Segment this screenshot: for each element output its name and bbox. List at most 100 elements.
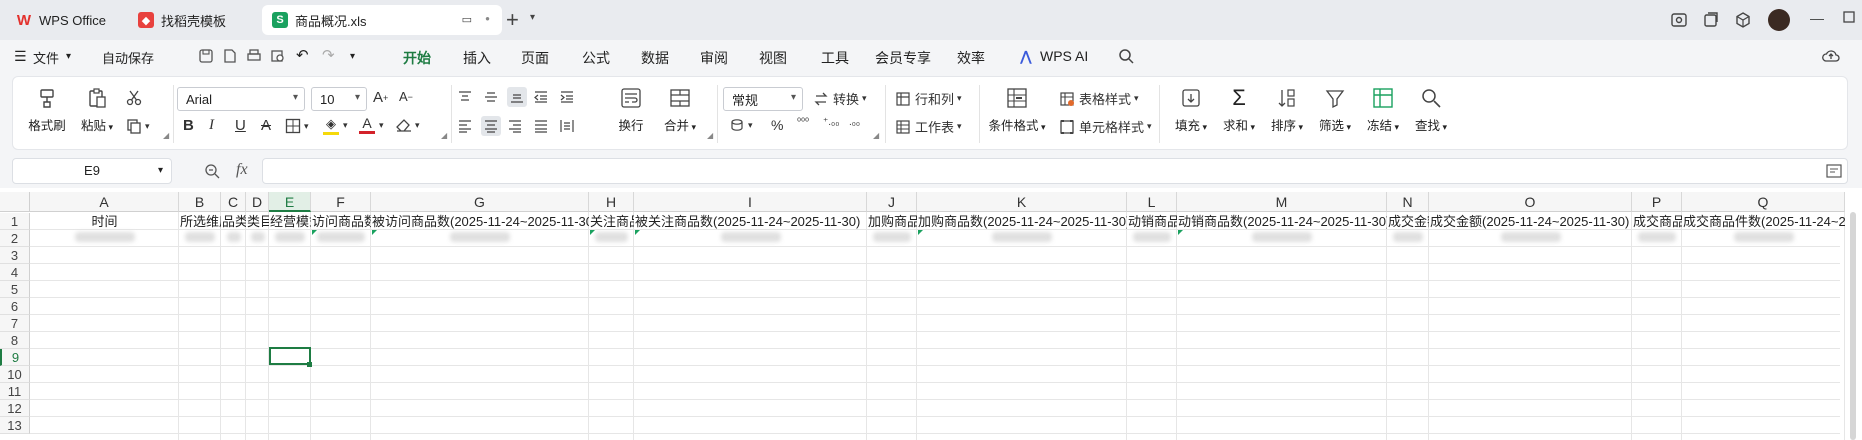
copy-icon[interactable]: ▾: [125, 117, 150, 135]
spreadsheet-grid[interactable]: ABCDEFGHIJKLMNOPQ 1 2 3 4 5 6 7 8 9 10 11 12 13 时间 所选…: [0, 188, 1862, 440]
search-icon[interactable]: [1118, 48, 1134, 64]
tab-review[interactable]: 审阅: [700, 48, 728, 68]
row-header-9[interactable]: 9: [0, 349, 30, 366]
fill-color-icon[interactable]: ◈: [323, 116, 339, 135]
column-header-f[interactable]: F: [311, 192, 371, 212]
redo-icon[interactable]: ↷: [322, 46, 335, 64]
row-header-5[interactable]: 5: [0, 281, 30, 298]
header-cell-o[interactable]: 成交金额(2025-11-24~2025-11-30): [1429, 213, 1632, 230]
fx-icon[interactable]: fx: [236, 161, 248, 179]
monitor-icon[interactable]: ▭: [462, 13, 472, 26]
chevron-down-icon[interactable]: ▾: [66, 51, 71, 62]
column-header-q[interactable]: Q: [1682, 192, 1845, 212]
header-cell-b[interactable]: 所选维度: [179, 213, 221, 230]
align-middle-icon[interactable]: [483, 89, 499, 105]
align-top-icon[interactable]: [457, 89, 473, 105]
select-all-corner[interactable]: [0, 192, 30, 212]
row-header-1[interactable]: 1: [0, 213, 30, 230]
tab-docer-templates[interactable]: ◆ 找稻壳模板: [128, 5, 252, 35]
active-cell-border[interactable]: [269, 347, 311, 365]
header-cell-a[interactable]: 时间: [30, 213, 179, 230]
name-box[interactable]: E9 ▾: [12, 158, 172, 184]
cube-icon[interactable]: [1734, 11, 1752, 29]
export-pdf-icon[interactable]: [222, 48, 238, 64]
italic-icon[interactable]: I: [209, 117, 214, 134]
save-icon[interactable]: [198, 48, 214, 64]
window-list-icon[interactable]: [1702, 11, 1720, 29]
quick-access-chevron-icon[interactable]: ▾: [350, 51, 355, 62]
font-dialog-launcher-icon[interactable]: ◢: [441, 131, 447, 140]
alignment-dialog-launcher-icon[interactable]: ◢: [707, 131, 713, 140]
number-dialog-launcher-icon[interactable]: ◢: [873, 131, 879, 140]
header-cell-n[interactable]: 成交金额: [1387, 213, 1429, 230]
conditional-format-button[interactable]: 条件格式 ▾: [985, 87, 1049, 134]
tab-spreadsheet[interactable]: S 商品概况.xls ▭ ●: [262, 5, 502, 35]
row-header-7[interactable]: 7: [0, 315, 30, 332]
row-header-11[interactable]: 11: [0, 383, 30, 400]
row-header-4[interactable]: 4: [0, 264, 30, 281]
convert-button[interactable]: 转换 ▾: [813, 89, 867, 108]
header-cell-g[interactable]: 被访问商品数(2025-11-24~2025-11-30): [371, 213, 589, 230]
tab-data[interactable]: 数据: [641, 48, 669, 68]
thousands-separator-icon[interactable]: ⁰⁰⁰: [797, 117, 809, 128]
column-header-e[interactable]: E: [269, 192, 311, 212]
expand-formula-icon[interactable]: [1826, 164, 1842, 178]
increase-decimal-icon[interactable]: ⁺.₀₀: [823, 117, 839, 128]
row-header-2[interactable]: 2: [0, 230, 30, 247]
row-header-12[interactable]: 12: [0, 400, 30, 417]
fill-handle[interactable]: [307, 362, 312, 367]
vertical-scrollbar[interactable]: [1850, 212, 1856, 440]
tab-view[interactable]: 视图: [759, 48, 787, 68]
format-painter-button[interactable]: 格式刷: [27, 87, 67, 134]
underline-icon[interactable]: U: [235, 117, 246, 134]
border-icon[interactable]: ▾: [285, 118, 309, 134]
header-cell-e[interactable]: 经营模式: [269, 213, 311, 230]
justify-icon[interactable]: [533, 118, 549, 134]
header-cell-m[interactable]: 动销商品数(2025-11-24~2025-11-30): [1177, 213, 1387, 230]
hamburger-icon[interactable]: ☰: [14, 48, 27, 65]
clear-format-icon[interactable]: ▾: [395, 117, 420, 133]
row-col-button[interactable]: 行和列 ▾: [895, 89, 962, 108]
column-header-c[interactable]: C: [221, 192, 246, 212]
wrap-text-button[interactable]: 换行: [613, 87, 649, 134]
column-header-g[interactable]: G: [371, 192, 589, 212]
worksheet-button[interactable]: 工作表 ▾: [895, 117, 962, 136]
row-header-3[interactable]: 3: [0, 247, 30, 264]
column-header-b[interactable]: B: [179, 192, 221, 212]
wps-ai-button[interactable]: WPS AI: [1040, 48, 1088, 64]
align-center-icon[interactable]: [481, 116, 501, 136]
decrease-font-icon[interactable]: A −: [399, 89, 413, 104]
distributed-icon[interactable]: [559, 118, 575, 134]
column-header-a[interactable]: A: [30, 192, 179, 212]
sort-button[interactable]: 排序 ▾: [1267, 87, 1307, 134]
paste-button[interactable]: 粘贴 ▾: [75, 87, 119, 134]
bold-icon[interactable]: B: [183, 117, 194, 134]
minimize-icon[interactable]: —: [1810, 10, 1824, 26]
tab-insert[interactable]: 插入: [463, 48, 491, 68]
align-bottom-icon[interactable]: [507, 87, 527, 107]
decrease-indent-icon[interactable]: [533, 89, 549, 105]
column-header-h[interactable]: H: [589, 192, 634, 212]
sum-button[interactable]: Σ 求和 ▾: [1219, 87, 1259, 134]
column-header-m[interactable]: M: [1177, 192, 1387, 212]
tab-tools[interactable]: 工具: [821, 48, 849, 68]
avatar[interactable]: [1768, 9, 1790, 31]
header-cell-j[interactable]: 加购商品数: [867, 213, 917, 230]
column-header-j[interactable]: J: [867, 192, 917, 212]
header-cell-l[interactable]: 动销商品数: [1127, 213, 1177, 230]
upload-cloud-icon[interactable]: [1822, 48, 1840, 64]
row-header-13[interactable]: 13: [0, 417, 30, 434]
print-preview-icon[interactable]: [270, 48, 286, 64]
strikethrough-icon[interactable]: A: [261, 117, 271, 134]
cell-style-button[interactable]: 单元格样式 ▾: [1059, 117, 1152, 136]
font-size-select[interactable]: 10 ▾: [311, 87, 367, 111]
unsaved-dot-icon[interactable]: ●: [485, 14, 490, 23]
zoom-formula-icon[interactable]: [204, 163, 220, 179]
maximize-icon[interactable]: [1842, 10, 1856, 24]
header-cell-i[interactable]: 被关注商品数(2025-11-24~2025-11-30): [634, 213, 867, 230]
file-menu[interactable]: 文件: [33, 48, 59, 67]
header-cell-c[interactable]: 品类: [221, 213, 246, 230]
increase-font-icon[interactable]: A +: [373, 89, 388, 106]
header-cell-h[interactable]: 关注商品数: [589, 213, 634, 230]
cut-icon[interactable]: [125, 89, 143, 107]
